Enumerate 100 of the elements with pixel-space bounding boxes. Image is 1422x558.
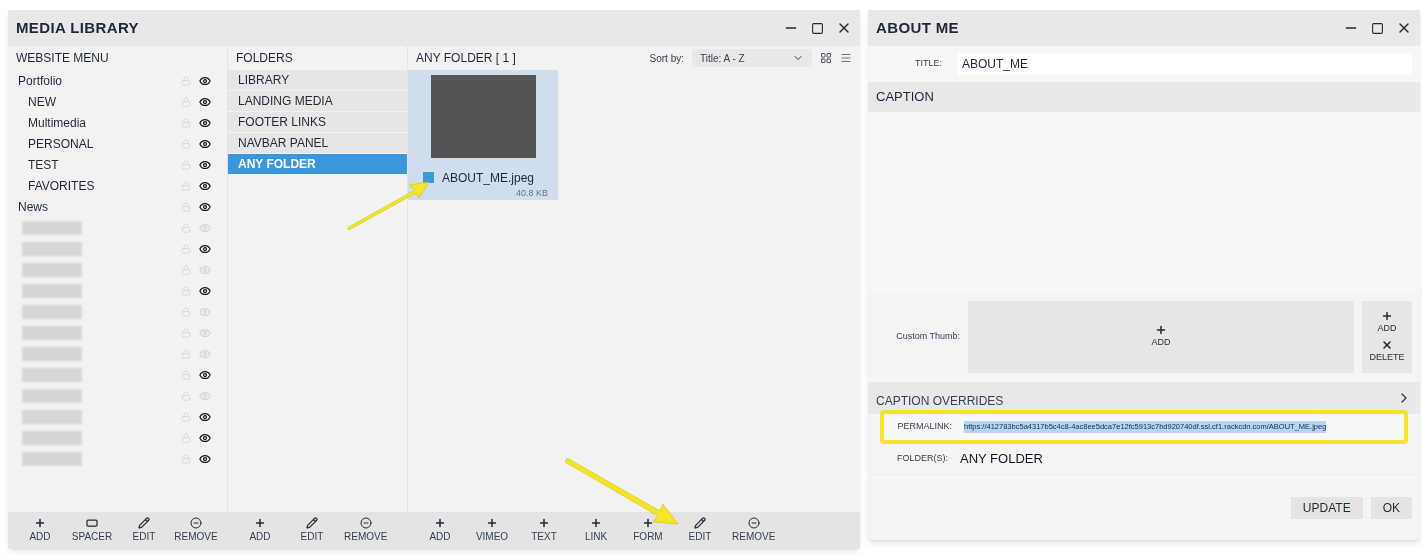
lock-icon[interactable]: [181, 285, 191, 296]
window-title: MEDIA LIBRARY: [16, 17, 140, 38]
blurred-label: [22, 451, 82, 466]
maximize-icon[interactable]: [811, 21, 824, 35]
eye-icon[interactable]: [199, 410, 211, 423]
title-field[interactable]: ABOUT_ME: [958, 53, 1412, 75]
menu-item[interactable]: News: [8, 197, 181, 216]
toolbar-button[interactable]: REMOVE: [728, 517, 780, 543]
window-title: ABOUT ME: [876, 17, 960, 38]
eye-icon[interactable]: [199, 137, 211, 150]
toolbar-button[interactable]: REMOVE: [172, 517, 220, 543]
menu-item[interactable]: NEW: [8, 92, 181, 111]
lock-icon[interactable]: [181, 159, 191, 170]
blurred-label: [22, 241, 82, 256]
folder-item[interactable]: LANDING MEDIA: [228, 91, 407, 112]
blurred-label: [22, 367, 82, 382]
toolbar-button[interactable]: ADD: [236, 517, 284, 543]
eye-icon[interactable]: [199, 368, 211, 381]
toolbar-button[interactable]: LINK: [572, 517, 620, 543]
dialog-button[interactable]: OK: [1370, 496, 1412, 519]
eye-icon[interactable]: [199, 431, 211, 444]
eye-icon[interactable]: [199, 158, 211, 171]
lock-icon[interactable]: [181, 348, 191, 359]
lock-icon[interactable]: [181, 243, 191, 254]
folder-value: ANY FOLDER: [960, 450, 1043, 469]
menu-item[interactable]: PERSONAL: [8, 134, 181, 153]
close-icon: [1381, 339, 1393, 351]
eye-icon[interactable]: [199, 242, 211, 255]
sort-dropdown[interactable]: Title: A - Z: [692, 49, 812, 67]
eye-icon[interactable]: [199, 95, 211, 108]
sort-label: Sort by:: [649, 51, 684, 66]
lock-icon[interactable]: [181, 453, 191, 464]
blurred-label: [22, 283, 82, 298]
rectangle-icon: [86, 517, 98, 529]
lock-icon[interactable]: [181, 411, 191, 422]
menu-item[interactable]: Portfolio: [8, 71, 181, 90]
lock-icon[interactable]: [181, 390, 191, 401]
column-heading: ANY FOLDER [ 1 ]: [416, 50, 517, 67]
lock-icon[interactable]: [181, 327, 191, 338]
dialog-button[interactable]: UPDATE: [1290, 496, 1363, 519]
toolbar-button[interactable]: FORM: [624, 517, 672, 543]
folder-item[interactable]: NAVBAR PANEL: [228, 133, 407, 154]
toolbar-button[interactable]: SPACER: [68, 517, 116, 543]
blurred-label: [22, 388, 82, 403]
lock-icon[interactable]: [181, 432, 191, 443]
field-label: TITLE:: [914, 57, 943, 71]
eye-icon[interactable]: [199, 74, 211, 87]
plus-icon: [34, 517, 46, 529]
toolbar-button[interactable]: EDIT: [676, 517, 724, 543]
lock-icon[interactable]: [181, 75, 191, 86]
toolbar-button[interactable]: ADD: [416, 517, 464, 543]
lock-icon[interactable]: [181, 180, 191, 191]
toolbar-button[interactable]: EDIT: [288, 517, 336, 543]
maximize-icon[interactable]: [1371, 21, 1384, 35]
plus-icon: [1381, 309, 1393, 322]
column-heading: WEBSITE MENU: [16, 50, 109, 67]
menu-item[interactable]: FAVORITES: [8, 176, 181, 195]
field-label: Custom Thumb:: [895, 330, 960, 344]
menu-item[interactable]: TEST: [8, 155, 181, 174]
thumb-add-area[interactable]: ADD: [968, 301, 1354, 373]
lock-icon[interactable]: [181, 96, 191, 107]
plus-icon: [538, 517, 550, 529]
toolbar-button[interactable]: REMOVE: [340, 517, 392, 543]
plus-icon: [590, 517, 602, 529]
lock-icon[interactable]: [181, 306, 191, 317]
lock-icon[interactable]: [181, 222, 191, 233]
pencil-icon: [138, 517, 150, 529]
blurred-label: [22, 220, 82, 235]
thumb-button[interactable]: DELETE: [1369, 339, 1405, 365]
pencil-icon: [694, 517, 706, 529]
blurred-label: [22, 304, 82, 319]
folder-item[interactable]: LIBRARY: [228, 70, 407, 91]
toolbar-button[interactable]: EDIT: [120, 517, 168, 543]
file-tile[interactable]: ABOUT_ME.jpeg 40.8 KB: [408, 70, 558, 200]
eye-icon[interactable]: [199, 284, 211, 297]
plus-icon: [1155, 324, 1167, 337]
menu-item[interactable]: Multimedia: [8, 113, 181, 132]
toolbar-button[interactable]: VIMEO: [468, 517, 516, 543]
lock-icon[interactable]: [181, 201, 191, 212]
toolbar-button[interactable]: TEXT: [520, 517, 568, 543]
lock-icon[interactable]: [181, 369, 191, 380]
plus-icon: [434, 517, 446, 529]
thumb-button[interactable]: ADD: [1377, 309, 1397, 335]
blurred-label: [22, 262, 82, 277]
plus-icon: [254, 517, 266, 529]
folder-item[interactable]: FOOTER LINKS: [228, 112, 407, 133]
eye-icon[interactable]: [199, 116, 211, 129]
grid-view-icon[interactable]: [820, 52, 832, 64]
eye-icon[interactable]: [199, 200, 211, 213]
section-header: CAPTION: [868, 82, 1420, 112]
list-view-icon[interactable]: [840, 52, 852, 64]
lock-icon[interactable]: [181, 117, 191, 128]
eye-icon[interactable]: [199, 179, 211, 192]
toolbar-button[interactable]: ADD: [16, 517, 64, 543]
file-name: ABOUT_ME.jpeg: [442, 169, 535, 187]
lock-icon[interactable]: [181, 264, 191, 275]
lock-icon[interactable]: [181, 138, 191, 149]
blurred-label: [22, 409, 82, 424]
pencil-icon: [306, 517, 318, 529]
eye-icon[interactable]: [199, 452, 211, 465]
